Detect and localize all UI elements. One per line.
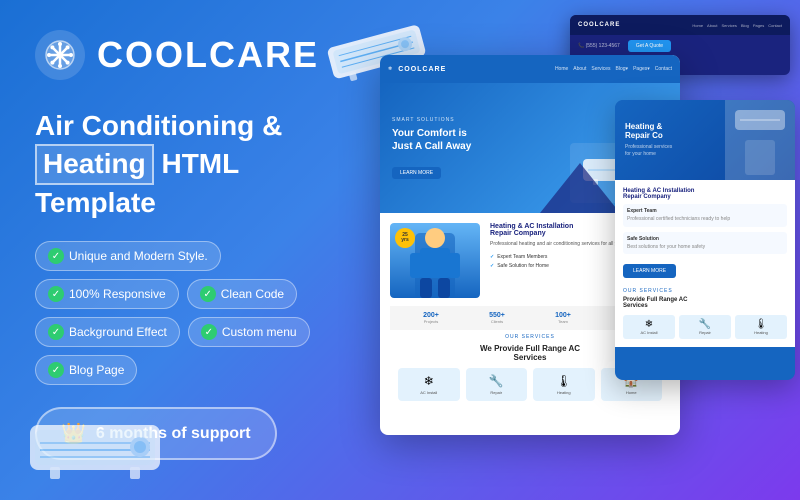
feature2-desc: Best solutions for your home safety <box>627 244 783 251</box>
mockup-third-btn[interactable]: LEARN MORE <box>623 264 676 278</box>
service-icon-2: 🔧 <box>472 374 522 388</box>
check-icon-bgeffect: ✓ <box>48 324 64 340</box>
check-icon-custommenu: ✓ <box>201 324 217 340</box>
stat-label-3: Team <box>532 319 594 324</box>
ac-unit-bottom <box>20 405 180 500</box>
third-svc-3: 🌡 Heating <box>735 315 787 339</box>
right-panel: COOLCARE Home About Services Blog Pages … <box>330 0 800 500</box>
badge-unique: ✓ Unique and Modern Style. <box>35 241 221 271</box>
feature1-title: Expert Team <box>627 208 783 214</box>
nav-pages: Pages <box>753 23 764 28</box>
mockup-third-section-title: Heating & AC InstallationRepair Company <box>623 188 787 200</box>
check-icon-blogpage: ✓ <box>48 362 64 378</box>
third-svc-2: 🔧 Repair <box>679 315 731 339</box>
third-services-title: Provide Full Range ACServices <box>623 297 787 309</box>
mockup-nav-about: About <box>573 66 586 72</box>
third-services-section: OUR SERVICES Provide Full Range ACServic… <box>623 288 787 339</box>
mockup-sec-content: 📞 (555) 123-4567 Get A Quote <box>570 35 790 57</box>
third-services-icons: ❄ AC Install 🔧 Repair 🌡 Heating <box>623 315 787 339</box>
mockup-main-nav: Home About Services Blog▾ Pages▾ Contact <box>555 66 672 72</box>
stat-label-2: Clients <box>466 319 528 324</box>
mockup-third-hero: Heating &Repair Co Professional services… <box>615 100 795 180</box>
check-icon-cleancode: ✓ <box>200 286 216 302</box>
mockup-sec-logo: COOLCARE <box>578 22 620 28</box>
badge-responsive: ✓ 100% Responsive <box>35 279 179 309</box>
service-icon-1: ❄ <box>404 374 454 388</box>
badge-bgeffect: ✓ Background Effect <box>35 317 180 347</box>
service-label-2: Repair <box>472 390 522 395</box>
badge-responsive-label: 100% Responsive <box>69 287 166 301</box>
mockup-hero-sub: SMART SOLUTIONS <box>392 117 471 123</box>
mockup-third-feature-2: Safe Solution Best solutions for your ho… <box>623 232 787 255</box>
badge-bgeffect-label: Background Effect <box>69 325 167 339</box>
brand-name: COOLCARE <box>97 34 319 76</box>
mockup-sec-header: COOLCARE Home About Services Blog Pages … <box>570 15 790 35</box>
stat-num-3: 100+ <box>532 312 594 319</box>
badge-unique-label: Unique and Modern Style. <box>69 249 208 263</box>
mockup-stat-2: 550+ Clients <box>466 312 528 324</box>
check-icon-unique: ✓ <box>48 248 64 264</box>
mockup-stat-3: 100+ Team <box>532 312 594 324</box>
badge-cleancode: ✓ Clean Code <box>187 279 297 309</box>
service-card-1: ❄ AC Install <box>398 368 460 401</box>
badge-blogpage-label: Blog Page <box>69 363 124 377</box>
third-services-label: OUR SERVICES <box>623 288 787 294</box>
mockup-third-feature-1: Expert Team Professional certified techn… <box>623 204 787 227</box>
mockup-main-logo: COOLCARE <box>398 66 446 73</box>
mockup-stat-1: 200+ Projects <box>400 312 462 324</box>
nav-blog: Blog <box>741 23 749 28</box>
service-label-3: Heating <box>539 390 589 395</box>
mockup-hero-btn: LEARN MORE <box>392 167 441 179</box>
mockup-nav-contact: Contact <box>655 66 672 72</box>
third-svc-1: ❄ AC Install <box>623 315 675 339</box>
years-badge: 25yrs <box>395 228 415 248</box>
stat-num-1: 200+ <box>400 312 462 319</box>
mockup-hero-text: SMART SOLUTIONS Your Comfort isJust A Ca… <box>392 117 471 179</box>
headline: Air Conditioning & Heating HTML Template <box>35 108 335 221</box>
nav-about: About <box>707 23 717 28</box>
mockup-worker-image: 25yrs <box>390 223 480 298</box>
mockup-third-content: Heating & AC InstallationRepair Company … <box>615 180 795 347</box>
tagline-line1: Air Conditioning & <box>35 110 282 141</box>
check-icon-responsive: ✓ <box>48 286 64 302</box>
badge-cleancode-label: Clean Code <box>221 287 284 301</box>
left-panel: COOLCARE Air Conditioning & Heating HTML… <box>0 0 370 500</box>
badge-blogpage: ✓ Blog Page <box>35 355 137 385</box>
service-icon-3: 🌡 <box>539 374 589 388</box>
third-hero-img <box>725 100 795 180</box>
mockup-third: Heating &Repair Co Professional services… <box>615 100 795 380</box>
service-label-1: AC Install <box>404 390 454 395</box>
badges-container: ✓ Unique and Modern Style. ✓ 100% Respon… <box>35 241 335 385</box>
nav-home: Home <box>692 23 703 28</box>
nav-services: Services <box>722 23 737 28</box>
service-card-3: 🌡 Heating <box>533 368 595 401</box>
mockup-nav-pages: Pages▾ <box>633 66 650 72</box>
mockup-nav-blog: Blog▾ <box>616 66 629 72</box>
mockup-nav-services: Services <box>591 66 610 72</box>
mockup-sec-nav: Home About Services Blog Pages Contact <box>692 23 782 28</box>
stat-num-2: 550+ <box>466 312 528 319</box>
mockup-sec-phone: 📞 (555) 123-4567 <box>578 43 620 49</box>
nav-contact: Contact <box>768 23 782 28</box>
mockup-sec-cta: Get A Quote <box>628 40 671 52</box>
logo-icon <box>35 30 85 80</box>
feature1-desc: Professional certified technicians ready… <box>627 216 783 223</box>
mockup-main-header: ❄ COOLCARE Home About Services Blog▾ Pag… <box>380 55 680 83</box>
feature2-title: Safe Solution <box>627 236 783 242</box>
mockup-hero-title: Your Comfort isJust A Call Away <box>392 127 471 153</box>
highlight-word: Heating <box>35 144 154 184</box>
stat-label-1: Projects <box>400 319 462 324</box>
badge-custommenu-label: Custom menu <box>222 325 297 339</box>
triangle-decoration <box>540 163 620 213</box>
badge-custommenu: ✓ Custom menu <box>188 317 310 347</box>
logo-row: COOLCARE <box>35 30 335 80</box>
service-label-4: Home <box>607 390 657 395</box>
mockup-nav-home: Home <box>555 66 568 72</box>
service-card-2: 🔧 Repair <box>466 368 528 401</box>
